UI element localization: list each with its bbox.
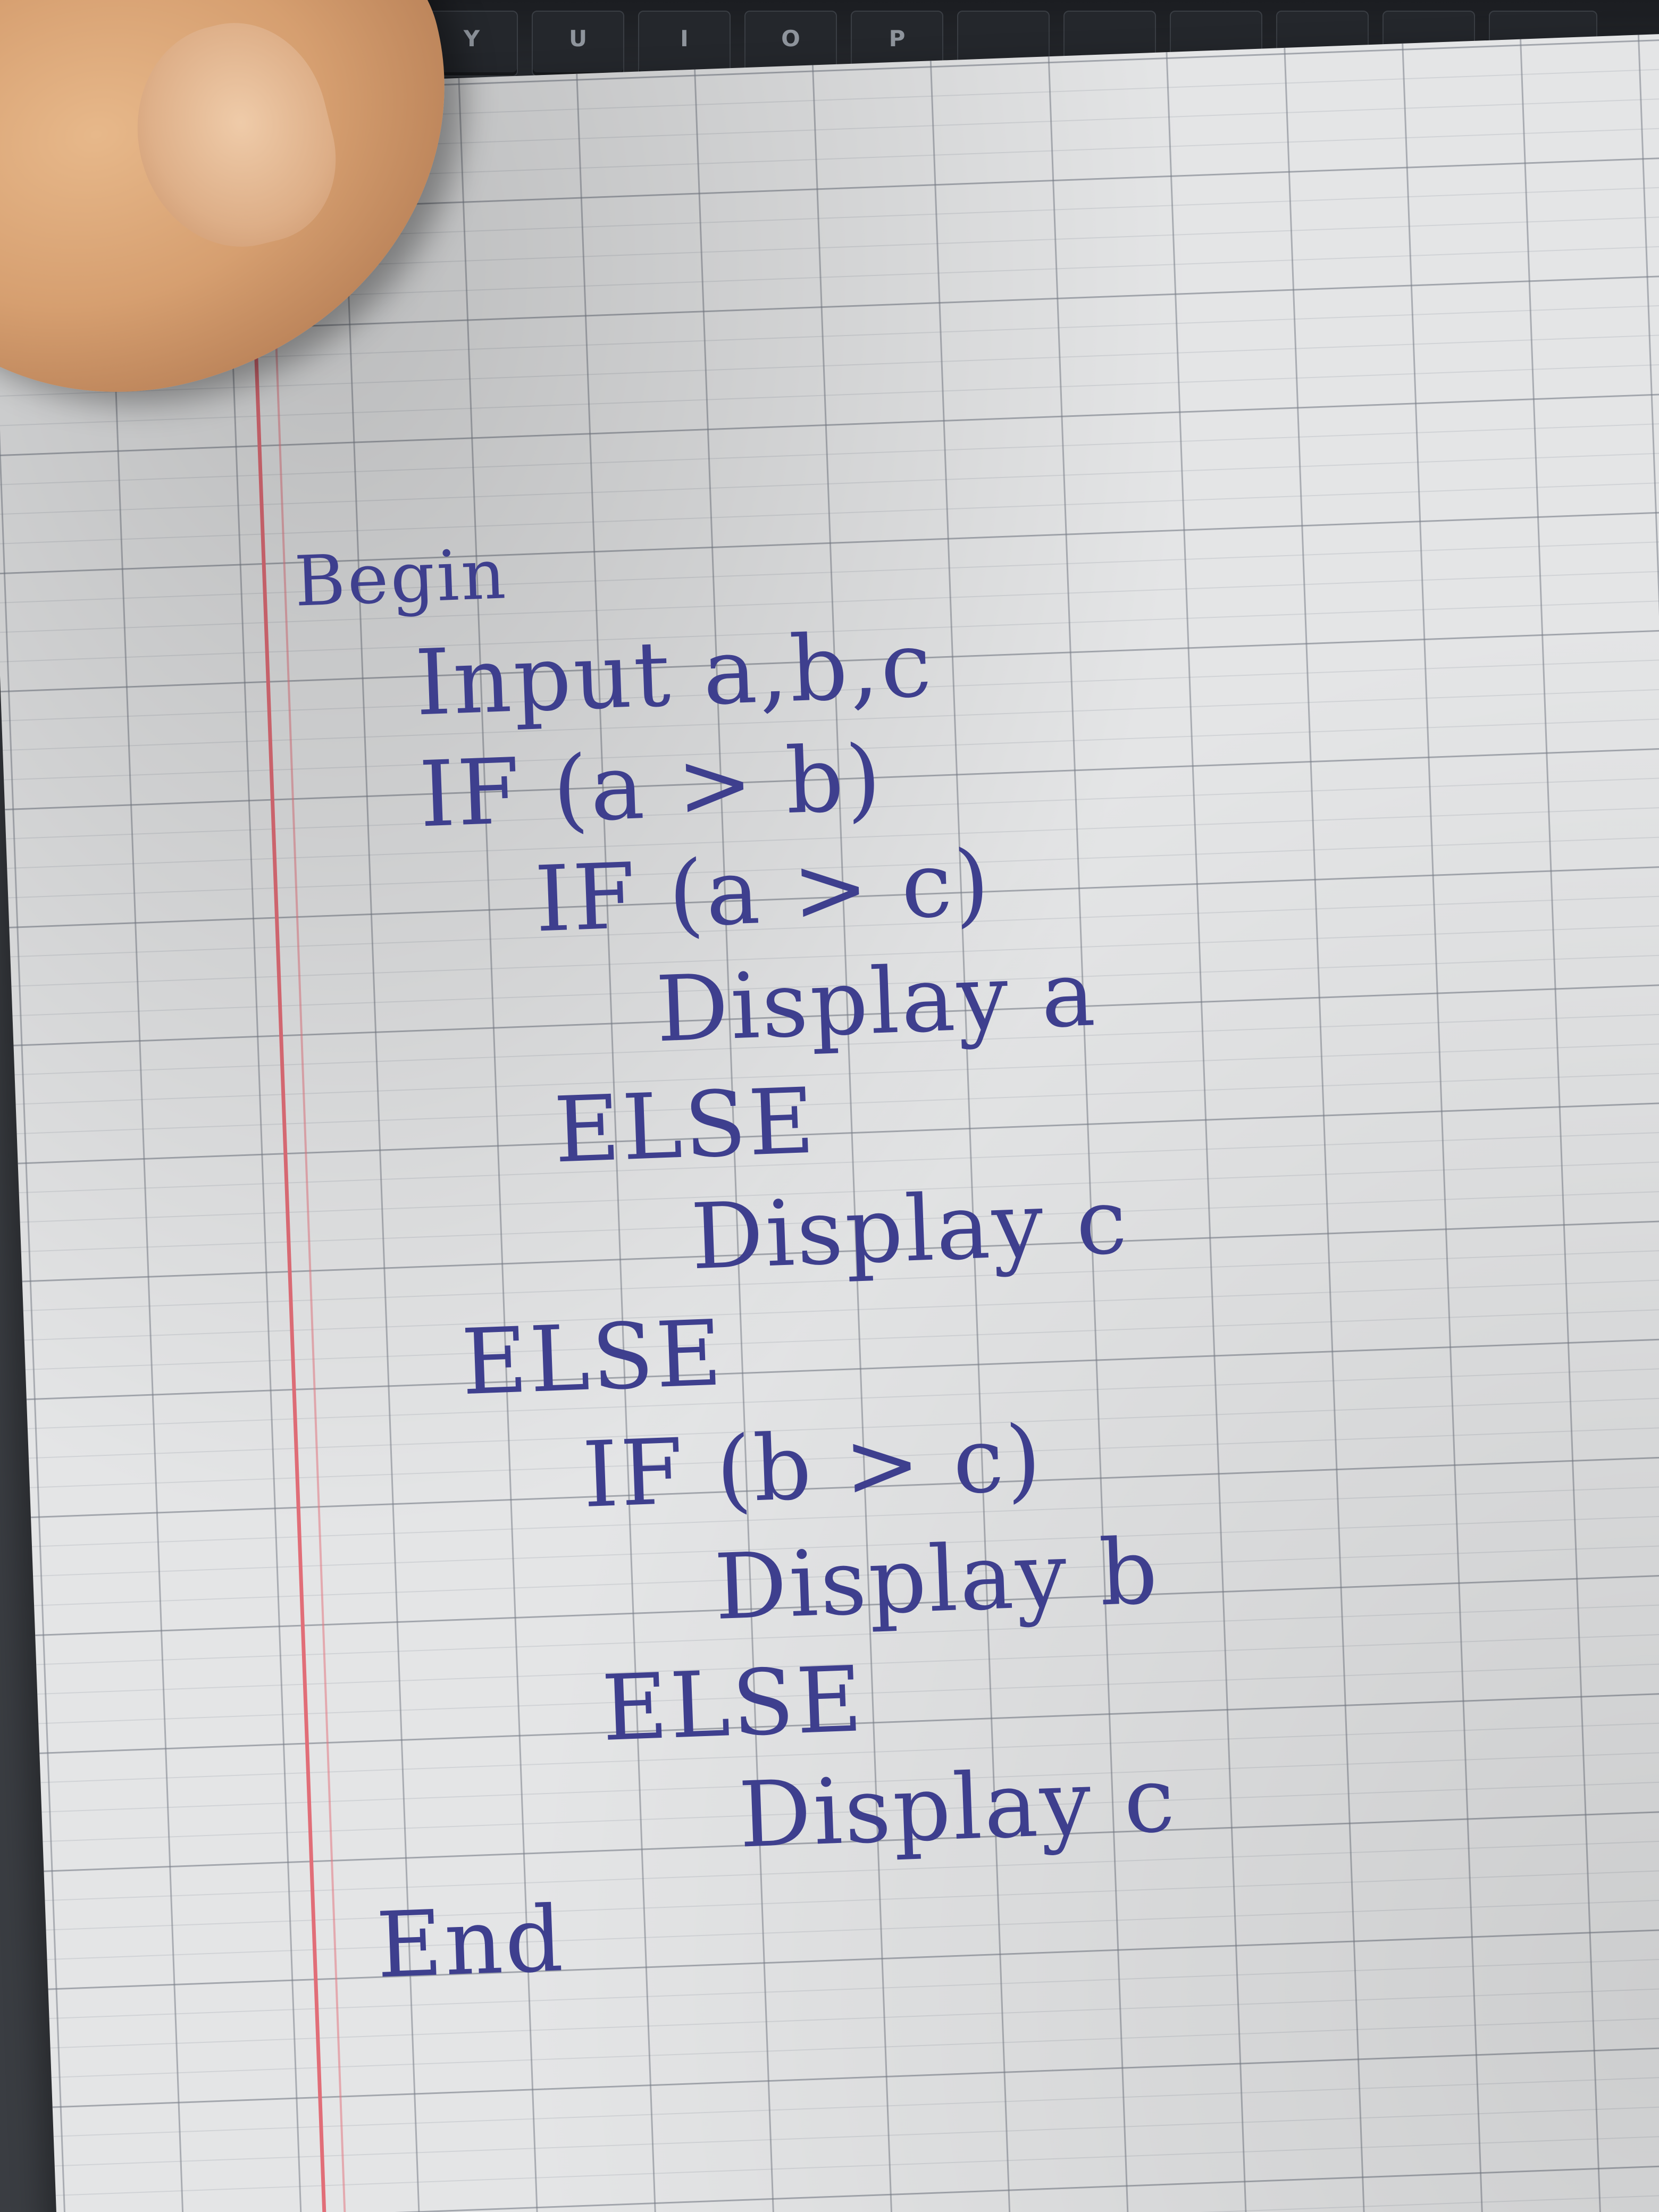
- key-label: I: [680, 26, 689, 52]
- photo-scene: Y U I O P H Begin Input a,b,c IF (a > b): [0, 0, 1659, 2212]
- handwritten-line: ELSE: [459, 1301, 726, 1416]
- handwritten-line: IF (a > b): [417, 725, 885, 848]
- handwritten-line: IF (b > c): [581, 1406, 1045, 1529]
- handwritten-line: ELSE: [600, 1647, 866, 1762]
- handwritten-line: Display c: [689, 1169, 1131, 1291]
- handwritten-line: Display c: [736, 1747, 1179, 1869]
- keyboard-key: U: [532, 11, 624, 77]
- handwritten-line: IF (a > c): [533, 831, 994, 953]
- handwritten-line: Begin: [293, 533, 509, 622]
- thumbnail-nail: [114, 4, 355, 267]
- keyboard-key: I: [638, 11, 731, 77]
- key-label: P: [889, 26, 906, 52]
- key-label: U: [568, 26, 588, 52]
- margin-line: [244, 86, 328, 2212]
- margin-line: [265, 85, 348, 2212]
- key-label: O: [781, 26, 800, 52]
- handwritten-line: ELSE: [552, 1068, 818, 1184]
- handwritten-line: Display a: [654, 941, 1099, 1063]
- handwritten-line: Input a,b,c: [413, 612, 935, 736]
- handwritten-line: End: [374, 1887, 567, 1999]
- handwritten-line: Display b: [713, 1519, 1162, 1641]
